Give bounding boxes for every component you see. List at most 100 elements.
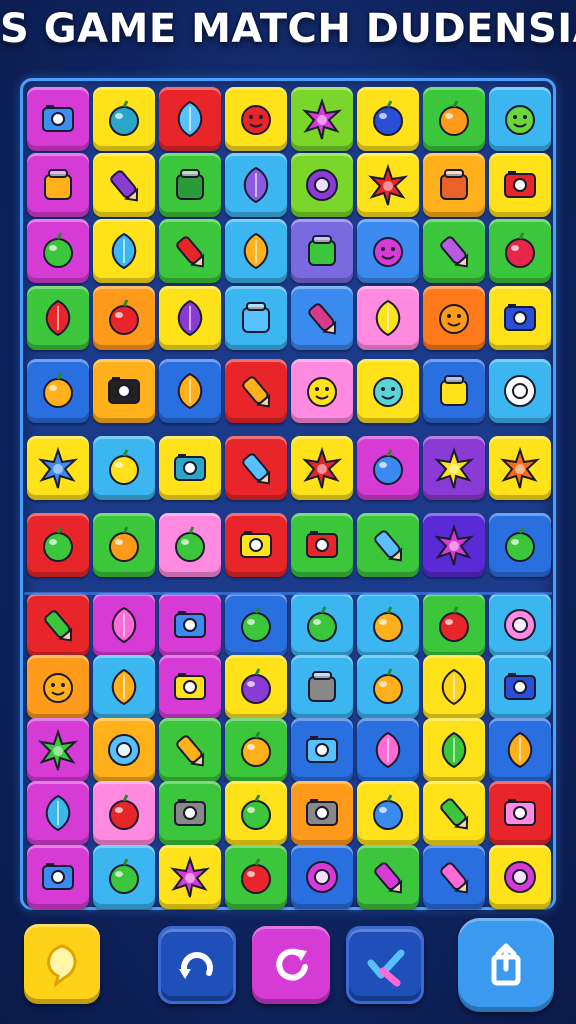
board-tile-r4-c4[interactable] xyxy=(291,359,353,423)
board-tile-r4-c7[interactable] xyxy=(489,359,551,423)
board-tile-r8-c4[interactable] xyxy=(291,655,353,719)
board-tile-r10-c2[interactable] xyxy=(159,781,221,845)
restart-button[interactable] xyxy=(252,926,330,1004)
board-tile-r0-c3[interactable] xyxy=(225,87,287,151)
board-tile-r1-c5[interactable] xyxy=(357,153,419,217)
board-tile-r1-c4[interactable] xyxy=(291,153,353,217)
board-tile-r9-c2[interactable] xyxy=(159,718,221,782)
board-tile-r2-c0[interactable] xyxy=(27,219,89,283)
board-tile-r5-c3[interactable] xyxy=(225,436,287,500)
board-tile-r3-c1[interactable] xyxy=(93,286,155,350)
board-tile-r3-c6[interactable] xyxy=(423,286,485,350)
board-tile-r7-c1[interactable] xyxy=(93,593,155,657)
board-tile-r7-c5[interactable] xyxy=(357,593,419,657)
board-tile-r1-c0[interactable] xyxy=(27,153,89,217)
board-tile-r2-c7[interactable] xyxy=(489,219,551,283)
board-tile-r10-c5[interactable] xyxy=(357,781,419,845)
board-tile-r3-c2[interactable] xyxy=(159,286,221,350)
board-tile-r9-c7[interactable] xyxy=(489,718,551,782)
board-tile-r2-c2[interactable] xyxy=(159,219,221,283)
board-tile-r5-c2[interactable] xyxy=(159,436,221,500)
board-tile-r6-c7[interactable] xyxy=(489,513,551,577)
board-tile-r4-c6[interactable] xyxy=(423,359,485,423)
board-tile-r4-c0[interactable] xyxy=(27,359,89,423)
board-tile-r7-c7[interactable] xyxy=(489,593,551,657)
board-tile-r5-c1[interactable] xyxy=(93,436,155,500)
board-tile-r9-c1[interactable] xyxy=(93,718,155,782)
board-tile-r8-c5[interactable] xyxy=(357,655,419,719)
board-tile-r11-c3[interactable] xyxy=(225,845,287,909)
check-button[interactable] xyxy=(346,926,424,1004)
board-tile-r0-c4[interactable] xyxy=(291,87,353,151)
board-tile-r0-c0[interactable] xyxy=(27,87,89,151)
board-tile-r11-c5[interactable] xyxy=(357,845,419,909)
board-tile-r0-c1[interactable] xyxy=(93,87,155,151)
board-tile-r7-c2[interactable] xyxy=(159,593,221,657)
board-tile-r7-c3[interactable] xyxy=(225,593,287,657)
board-tile-r9-c3[interactable] xyxy=(225,718,287,782)
share-button[interactable] xyxy=(458,918,554,1012)
board-tile-r7-c0[interactable] xyxy=(27,593,89,657)
board-tile-r8-c3[interactable] xyxy=(225,655,287,719)
board-tile-r10-c3[interactable] xyxy=(225,781,287,845)
board-tile-r10-c7[interactable] xyxy=(489,781,551,845)
board-tile-r6-c2[interactable] xyxy=(159,513,221,577)
board-tile-r7-c6[interactable] xyxy=(423,593,485,657)
board-tile-r4-c3[interactable] xyxy=(225,359,287,423)
board-tile-r10-c1[interactable] xyxy=(93,781,155,845)
board-tile-r5-c7[interactable] xyxy=(489,436,551,500)
board-tile-r0-c7[interactable] xyxy=(489,87,551,151)
board-tile-r3-c4[interactable] xyxy=(291,286,353,350)
board-tile-r6-c4[interactable] xyxy=(291,513,353,577)
board-tile-r6-c5[interactable] xyxy=(357,513,419,577)
board-tile-r10-c4[interactable] xyxy=(291,781,353,845)
board-tile-r10-c0[interactable] xyxy=(27,781,89,845)
board-tile-r5-c5[interactable] xyxy=(357,436,419,500)
board-tile-r0-c5[interactable] xyxy=(357,87,419,151)
board-tile-r8-c1[interactable] xyxy=(93,655,155,719)
board-tile-r11-c7[interactable] xyxy=(489,845,551,909)
board-tile-r5-c6[interactable] xyxy=(423,436,485,500)
board-tile-r2-c5[interactable] xyxy=(357,219,419,283)
board-tile-r11-c0[interactable] xyxy=(27,845,89,909)
board-tile-r2-c4[interactable] xyxy=(291,219,353,283)
board-tile-r7-c4[interactable] xyxy=(291,593,353,657)
board-tile-r9-c6[interactable] xyxy=(423,718,485,782)
board-tile-r1-c7[interactable] xyxy=(489,153,551,217)
board-tile-r4-c2[interactable] xyxy=(159,359,221,423)
board-tile-r1-c1[interactable] xyxy=(93,153,155,217)
board-tile-r4-c1[interactable] xyxy=(93,359,155,423)
board-tile-r1-c3[interactable] xyxy=(225,153,287,217)
board-tile-r2-c6[interactable] xyxy=(423,219,485,283)
board-tile-r3-c3[interactable] xyxy=(225,286,287,350)
board-tile-r9-c4[interactable] xyxy=(291,718,353,782)
board-tile-r0-c2[interactable] xyxy=(159,87,221,151)
board-tile-r10-c6[interactable] xyxy=(423,781,485,845)
board-tile-r0-c6[interactable] xyxy=(423,87,485,151)
undo-button[interactable] xyxy=(158,926,236,1004)
board-tile-r3-c0[interactable] xyxy=(27,286,89,350)
board-tile-r2-c3[interactable] xyxy=(225,219,287,283)
board-tile-r6-c0[interactable] xyxy=(27,513,89,577)
hint-lemon-button[interactable] xyxy=(24,924,100,1004)
board-tile-r9-c0[interactable] xyxy=(27,718,89,782)
board-tile-r1-c6[interactable] xyxy=(423,153,485,217)
board-tile-r6-c1[interactable] xyxy=(93,513,155,577)
board-tile-r4-c5[interactable] xyxy=(357,359,419,423)
board-tile-r8-c2[interactable] xyxy=(159,655,221,719)
board-tile-r3-c5[interactable] xyxy=(357,286,419,350)
board-tile-r1-c2[interactable] xyxy=(159,153,221,217)
board-tile-r11-c1[interactable] xyxy=(93,845,155,909)
board-tile-r8-c0[interactable] xyxy=(27,655,89,719)
board-tile-r3-c7[interactable] xyxy=(489,286,551,350)
board-tile-r11-c4[interactable] xyxy=(291,845,353,909)
board-tile-r5-c0[interactable] xyxy=(27,436,89,500)
board-tile-r9-c5[interactable] xyxy=(357,718,419,782)
board-tile-r8-c6[interactable] xyxy=(423,655,485,719)
board-tile-r8-c7[interactable] xyxy=(489,655,551,719)
board-tile-r11-c2[interactable] xyxy=(159,845,221,909)
board-tile-r6-c6[interactable] xyxy=(423,513,485,577)
board-tile-r5-c4[interactable] xyxy=(291,436,353,500)
board-tile-r2-c1[interactable] xyxy=(93,219,155,283)
board-tile-r6-c3[interactable] xyxy=(225,513,287,577)
